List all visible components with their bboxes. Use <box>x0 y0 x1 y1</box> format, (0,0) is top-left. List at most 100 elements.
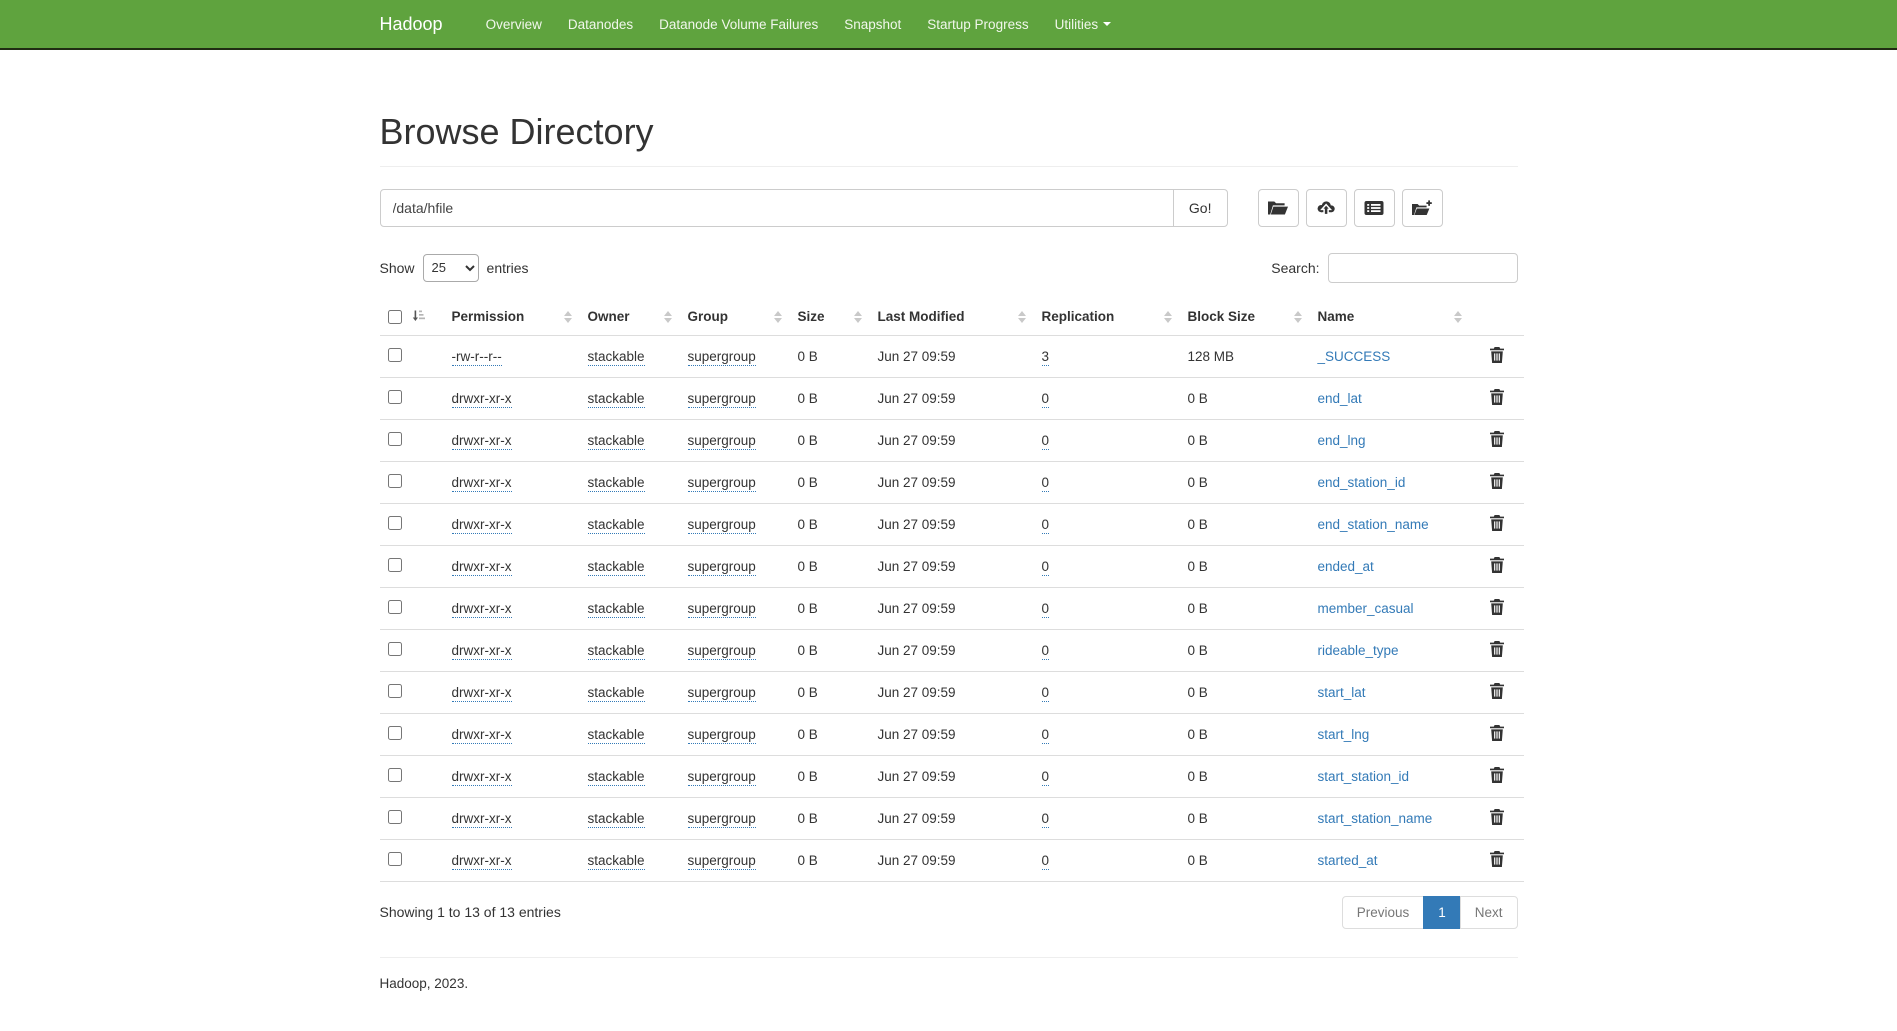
delete-file-button[interactable] <box>1490 431 1504 450</box>
row-select-checkbox[interactable] <box>388 600 402 614</box>
row-select-checkbox[interactable] <box>388 516 402 530</box>
upload-files-button[interactable] <box>1306 189 1347 227</box>
group-value[interactable]: supergroup <box>688 853 756 870</box>
group-value[interactable]: supergroup <box>688 349 756 366</box>
column-header-replication[interactable]: Replication <box>1034 299 1180 336</box>
row-select-checkbox[interactable] <box>388 432 402 446</box>
delete-file-button[interactable] <box>1490 641 1504 660</box>
permission-value[interactable]: drwxr-xr-x <box>452 769 512 786</box>
owner-value[interactable]: stackable <box>588 727 645 744</box>
replication-value[interactable]: 0 <box>1042 685 1050 702</box>
go-button[interactable]: Go! <box>1173 189 1228 227</box>
replication-value[interactable]: 0 <box>1042 811 1050 828</box>
replication-value[interactable]: 0 <box>1042 643 1050 660</box>
delete-file-button[interactable] <box>1490 557 1504 576</box>
nav-item-datanode-volume-failures[interactable]: Datanode Volume Failures <box>646 0 831 48</box>
group-value[interactable]: supergroup <box>688 769 756 786</box>
replication-value[interactable]: 0 <box>1042 475 1050 492</box>
file-name-link[interactable]: member_casual <box>1318 601 1414 616</box>
pagination-next[interactable]: Next <box>1460 896 1518 929</box>
replication-value[interactable]: 0 <box>1042 601 1050 618</box>
group-value[interactable]: supergroup <box>688 517 756 534</box>
sort-icon[interactable] <box>1164 311 1172 323</box>
group-value[interactable]: supergroup <box>688 475 756 492</box>
replication-value[interactable]: 0 <box>1042 769 1050 786</box>
row-select-checkbox[interactable] <box>388 726 402 740</box>
owner-value[interactable]: stackable <box>588 643 645 660</box>
permission-value[interactable]: drwxr-xr-x <box>452 685 512 702</box>
group-value[interactable]: supergroup <box>688 559 756 576</box>
list-view-button[interactable] <box>1354 189 1395 227</box>
create-directory-button[interactable] <box>1402 189 1443 227</box>
permission-value[interactable]: drwxr-xr-x <box>452 433 512 450</box>
permission-value[interactable]: drwxr-xr-x <box>452 811 512 828</box>
delete-file-button[interactable] <box>1490 683 1504 702</box>
group-value[interactable]: supergroup <box>688 433 756 450</box>
column-header-size[interactable]: Size <box>790 299 870 336</box>
column-header-permission[interactable]: Permission <box>444 299 580 336</box>
file-name-link[interactable]: ended_at <box>1318 559 1374 574</box>
replication-value[interactable]: 0 <box>1042 391 1050 408</box>
row-select-checkbox[interactable] <box>388 390 402 404</box>
pagination-previous[interactable]: Previous <box>1342 896 1425 929</box>
delete-file-button[interactable] <box>1490 851 1504 870</box>
directory-path-input[interactable] <box>380 189 1174 227</box>
owner-value[interactable]: stackable <box>588 517 645 534</box>
group-value[interactable]: supergroup <box>688 811 756 828</box>
column-header-name[interactable]: Name <box>1310 299 1470 336</box>
replication-value[interactable]: 3 <box>1042 349 1050 366</box>
row-select-checkbox[interactable] <box>388 474 402 488</box>
permission-value[interactable]: drwxr-xr-x <box>452 475 512 492</box>
select-all-checkbox[interactable] <box>388 310 402 324</box>
row-select-checkbox[interactable] <box>388 348 402 362</box>
row-select-checkbox[interactable] <box>388 768 402 782</box>
row-select-checkbox[interactable] <box>388 684 402 698</box>
replication-value[interactable]: 0 <box>1042 517 1050 534</box>
nav-item-snapshot[interactable]: Snapshot <box>831 0 914 48</box>
file-name-link[interactable]: started_at <box>1318 853 1378 868</box>
replication-value[interactable]: 0 <box>1042 433 1050 450</box>
owner-value[interactable]: stackable <box>588 559 645 576</box>
owner-value[interactable]: stackable <box>588 769 645 786</box>
sort-icon[interactable] <box>564 311 572 323</box>
nav-item-utilities[interactable]: Utilities <box>1042 0 1125 48</box>
row-select-checkbox[interactable] <box>388 810 402 824</box>
row-select-checkbox[interactable] <box>388 642 402 656</box>
page-length-select[interactable]: 25 <box>423 254 479 282</box>
file-name-link[interactable]: end_station_name <box>1318 517 1429 532</box>
group-value[interactable]: supergroup <box>688 601 756 618</box>
pagination-page-1[interactable]: 1 <box>1423 896 1461 929</box>
search-input[interactable] <box>1328 253 1518 283</box>
permission-value[interactable]: -rw-r--r-- <box>452 349 502 366</box>
nav-item-overview[interactable]: Overview <box>473 0 555 48</box>
sort-icon[interactable] <box>854 311 862 323</box>
delete-file-button[interactable] <box>1490 515 1504 534</box>
permission-value[interactable]: drwxr-xr-x <box>452 853 512 870</box>
file-name-link[interactable]: end_lat <box>1318 391 1362 406</box>
file-name-link[interactable]: start_lng <box>1318 727 1370 742</box>
owner-value[interactable]: stackable <box>588 433 645 450</box>
owner-value[interactable]: stackable <box>588 475 645 492</box>
file-name-link[interactable]: start_station_name <box>1318 811 1433 826</box>
column-header-owner[interactable]: Owner <box>580 299 680 336</box>
owner-value[interactable]: stackable <box>588 853 645 870</box>
nav-item-startup-progress[interactable]: Startup Progress <box>914 0 1041 48</box>
permission-value[interactable]: drwxr-xr-x <box>452 517 512 534</box>
replication-value[interactable]: 0 <box>1042 853 1050 870</box>
replication-value[interactable]: 0 <box>1042 727 1050 744</box>
owner-value[interactable]: stackable <box>588 685 645 702</box>
file-name-link[interactable]: start_lat <box>1318 685 1366 700</box>
sort-icon[interactable] <box>774 311 782 323</box>
column-header-block-size[interactable]: Block Size <box>1180 299 1310 336</box>
permission-value[interactable]: drwxr-xr-x <box>452 643 512 660</box>
file-name-link[interactable]: end_station_id <box>1318 475 1406 490</box>
row-select-checkbox[interactable] <box>388 852 402 866</box>
sort-icon[interactable] <box>1018 311 1026 323</box>
file-name-link[interactable]: end_lng <box>1318 433 1366 448</box>
group-value[interactable]: supergroup <box>688 727 756 744</box>
owner-value[interactable]: stackable <box>588 349 645 366</box>
replication-value[interactable]: 0 <box>1042 559 1050 576</box>
sort-icon[interactable] <box>1294 311 1302 323</box>
delete-file-button[interactable] <box>1490 767 1504 786</box>
delete-file-button[interactable] <box>1490 473 1504 492</box>
